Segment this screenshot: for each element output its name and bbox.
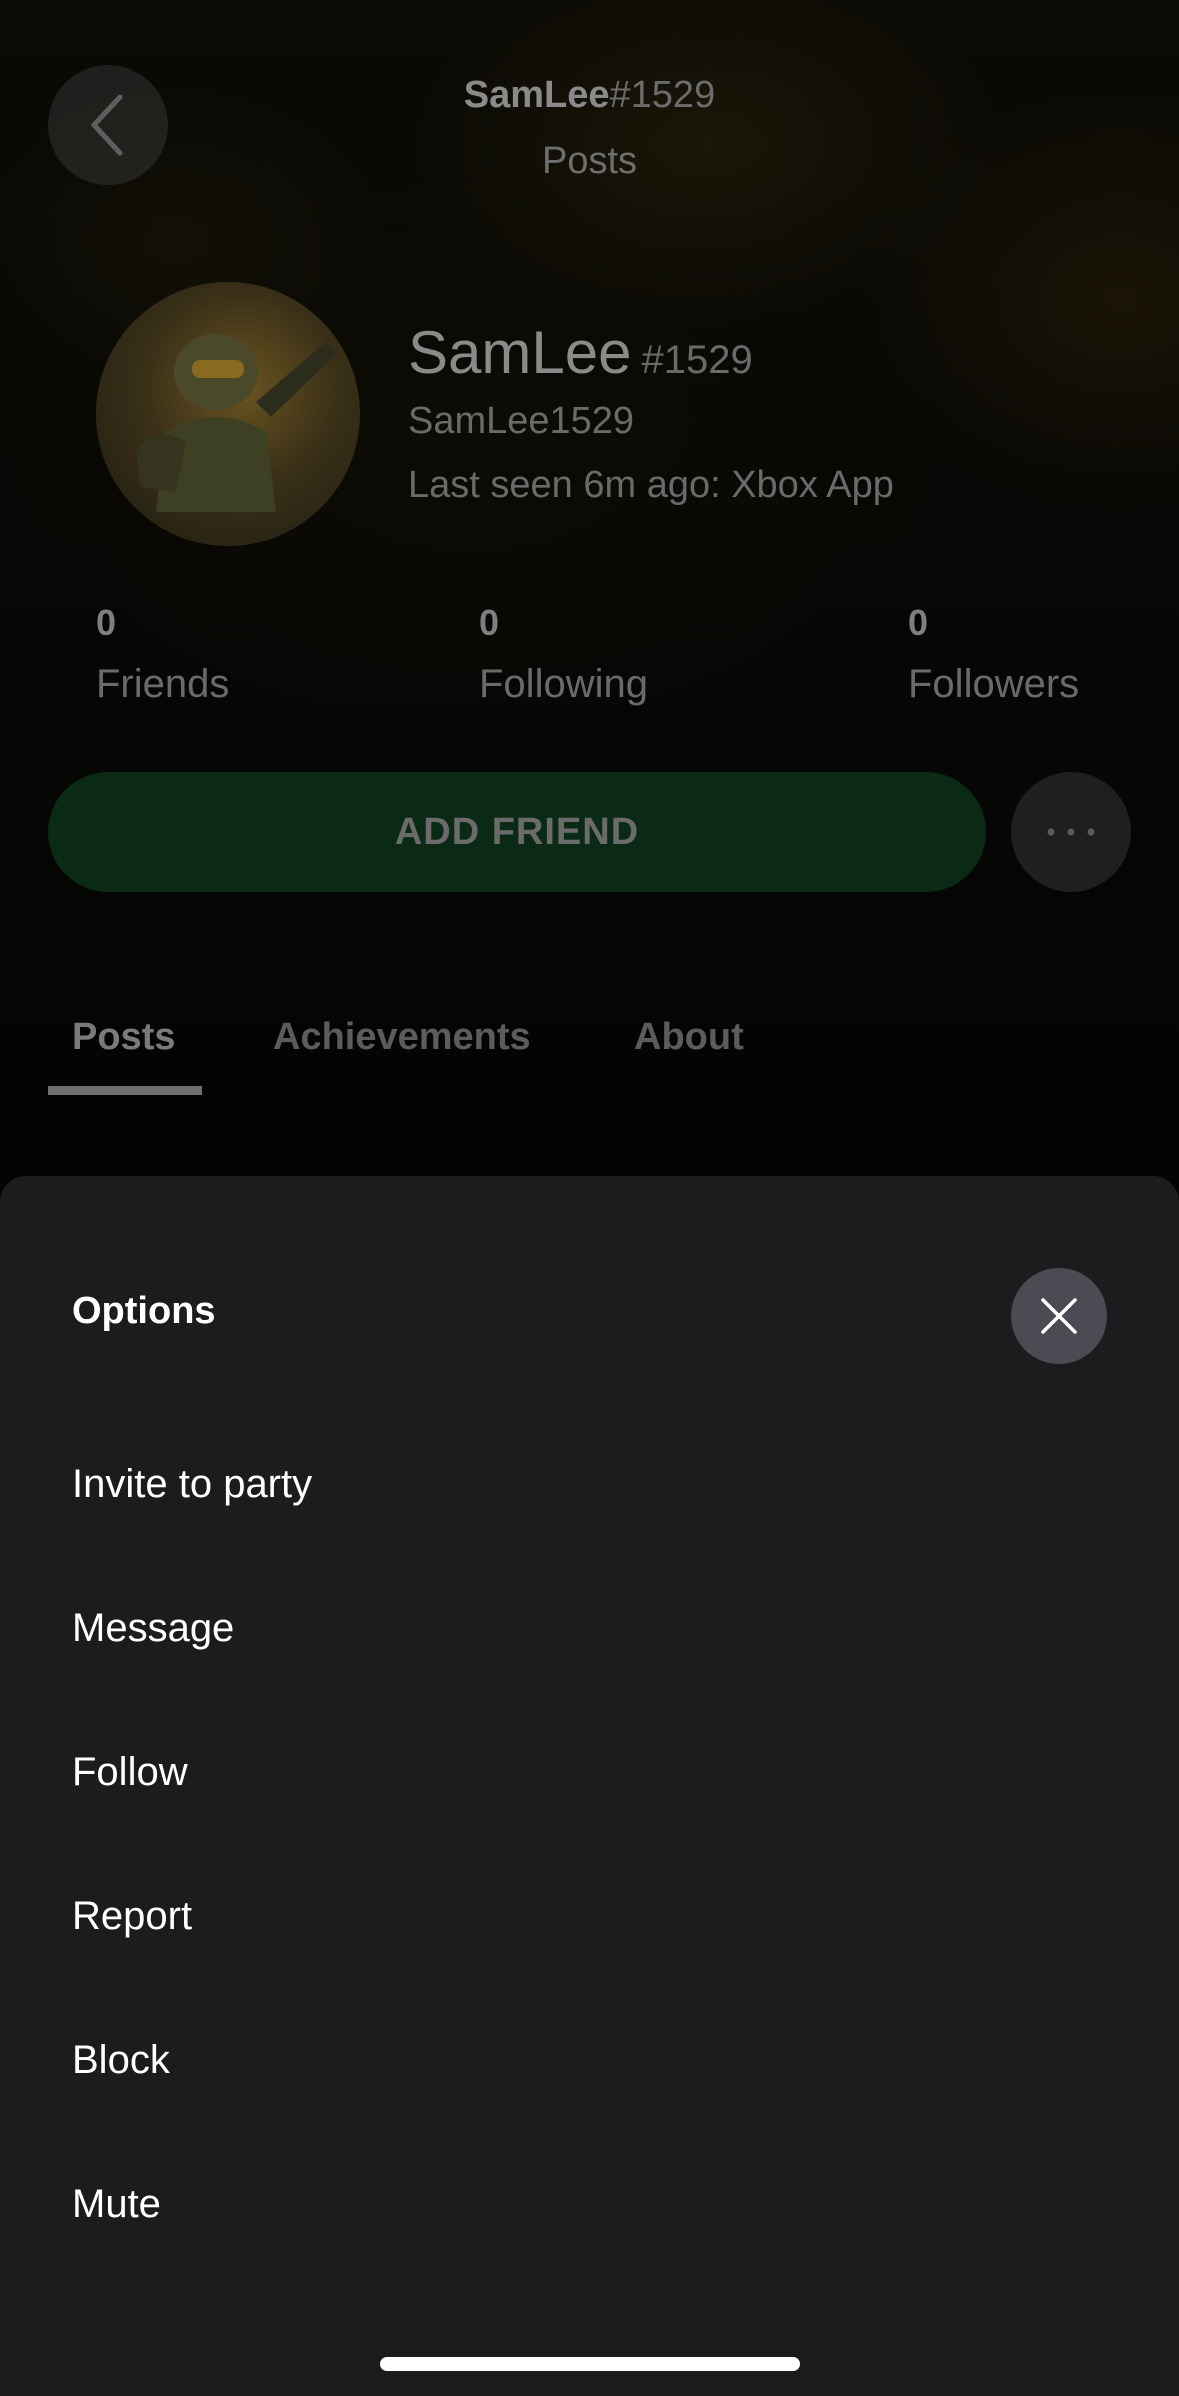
add-friend-button[interactable]: ADD FRIEND <box>48 772 986 892</box>
option-mute[interactable]: Mute <box>72 2182 161 2227</box>
tab-about[interactable]: About <box>634 1016 744 1059</box>
header-gamertag: SamLee#1529 <box>0 74 1179 117</box>
avatar[interactable] <box>96 282 360 546</box>
close-icon <box>1041 1298 1077 1334</box>
friends-count[interactable]: 0 <box>96 602 116 644</box>
friends-label[interactable]: Friends <box>96 662 229 707</box>
header-gamertag-name: SamLee <box>463 74 610 116</box>
profile-gamertag-suffix: #1529 <box>641 338 753 382</box>
active-tab-indicator <box>48 1086 202 1095</box>
option-follow[interactable]: Follow <box>72 1750 188 1795</box>
profile-real-name: SamLee1529 <box>408 400 635 442</box>
tab-achievements[interactable]: Achievements <box>273 1016 531 1059</box>
options-title: Options <box>72 1290 216 1332</box>
option-block[interactable]: Block <box>72 2038 170 2083</box>
profile-gamertag: SamLee <box>408 319 632 386</box>
ellipsis-icon <box>1047 828 1095 836</box>
option-invite-to-party[interactable]: Invite to party <box>72 1462 312 1507</box>
more-options-button[interactable] <box>1011 772 1131 892</box>
avatar-image <box>136 334 336 512</box>
header-subtitle: Posts <box>541 140 638 182</box>
profile-last-seen: Last seen 6m ago: Xbox App <box>408 464 894 506</box>
following-count[interactable]: 0 <box>479 602 499 644</box>
header-gamertag-suffix: #1529 <box>609 74 716 116</box>
close-button[interactable] <box>1011 1268 1107 1364</box>
option-report[interactable]: Report <box>72 1894 192 1939</box>
followers-label[interactable]: Followers <box>908 662 1079 707</box>
following-label[interactable]: Following <box>479 662 648 707</box>
followers-count[interactable]: 0 <box>908 602 928 644</box>
profile-name: SamLee #1529 <box>408 318 753 387</box>
tab-posts[interactable]: Posts <box>72 1016 175 1059</box>
option-message[interactable]: Message <box>72 1606 234 1651</box>
home-indicator[interactable] <box>380 2357 800 2371</box>
